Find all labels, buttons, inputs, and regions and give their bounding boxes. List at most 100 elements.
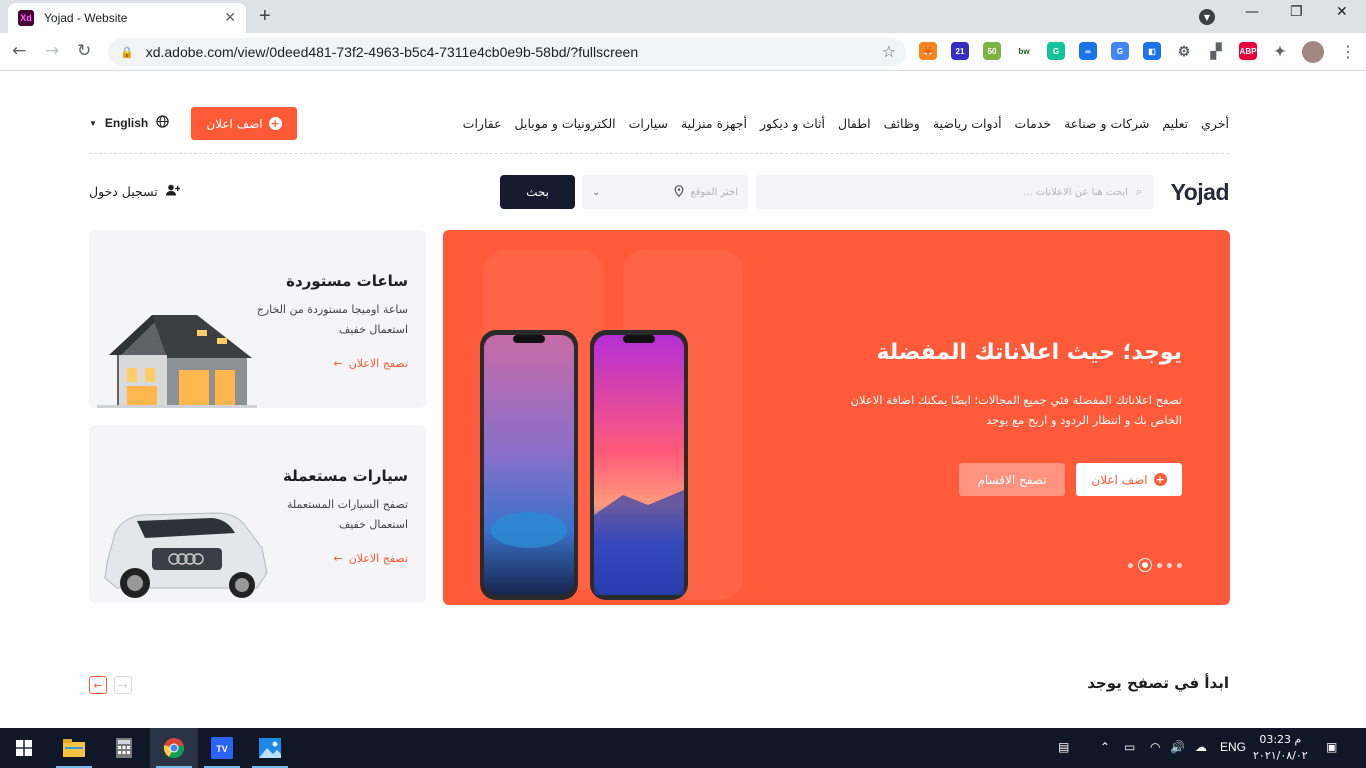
hero-title: يوجد؛ حيث اعلاناتك المفضلة bbox=[876, 340, 1182, 365]
windows-start-icon[interactable] bbox=[0, 728, 48, 768]
browse-ad-label: تصفح الاعلان bbox=[348, 552, 408, 565]
language-label: English bbox=[104, 116, 149, 130]
nav-link[interactable]: خدمات bbox=[1015, 116, 1052, 131]
bookmark-star-icon[interactable]: ☆ bbox=[882, 42, 896, 61]
carousel-prev-button[interactable]: ← bbox=[89, 676, 107, 694]
slider-dots bbox=[1128, 558, 1182, 572]
add-user-icon bbox=[165, 184, 180, 199]
promo-card-cars[interactable]: سيارات مستعملة تصفح السيارات المستعملة ا… bbox=[89, 425, 426, 603]
house-image bbox=[97, 315, 257, 408]
promo-card-watches[interactable]: ساعات مستوردة ساعة اوميجا مستوردة من الخ… bbox=[89, 230, 426, 408]
reload-icon[interactable]: ↻ bbox=[77, 41, 91, 61]
nav-link[interactable]: أجهزة منزلية bbox=[681, 116, 747, 131]
login-link[interactable]: تسجيل دخول bbox=[89, 184, 180, 199]
clock-date: ٢٠٢١/٠٨/٠٢ bbox=[1253, 749, 1308, 762]
search-row: Yojad ابحث هنا عن الاعلانات ... ⌕ ⌄ اختر… bbox=[89, 175, 1230, 209]
search-icon: ⌕ bbox=[1135, 185, 1142, 198]
nav-link[interactable]: عقارات bbox=[463, 116, 502, 131]
menu-dots-icon[interactable]: ⋮ bbox=[1340, 42, 1356, 61]
search-input[interactable]: ابحث هنا عن الاعلانات ... ⌕ bbox=[756, 175, 1154, 209]
language-indicator[interactable]: ENG bbox=[1220, 740, 1246, 754]
puzzle-icon[interactable]: ✦ bbox=[1271, 42, 1289, 60]
extension-50-icon[interactable]: 50 bbox=[983, 42, 1001, 60]
photos-icon[interactable] bbox=[246, 728, 294, 768]
lock-icon: 🔒 bbox=[120, 45, 134, 59]
loop-icon[interactable]: ∞ bbox=[1079, 42, 1097, 60]
nav-link[interactable]: الكترونيات و موبايل bbox=[515, 116, 616, 131]
tray-chevron-up-icon[interactable]: ⌃ bbox=[1100, 740, 1110, 754]
new-tab-icon[interactable]: + bbox=[259, 5, 271, 28]
url-text: xd.adobe.com/view/0deed481-73f2-4963-b5c… bbox=[145, 44, 639, 60]
globe-icon bbox=[156, 115, 169, 131]
bw-icon[interactable]: bw bbox=[1015, 42, 1033, 60]
window-close-icon[interactable]: ✕ bbox=[1336, 4, 1348, 20]
browse-ad-label: تصفح الاعلان bbox=[348, 357, 408, 370]
nav-link[interactable]: اطفال bbox=[838, 116, 871, 131]
bookmark-ext-icon[interactable]: ▞ bbox=[1207, 42, 1225, 60]
back-icon[interactable]: ← bbox=[12, 41, 26, 61]
slider-dot[interactable] bbox=[1167, 562, 1172, 568]
nav-link[interactable]: شركات و صناعة bbox=[1064, 116, 1149, 131]
address-bar[interactable]: 🔒 xd.adobe.com/view/0deed481-73f2-4963-b… bbox=[108, 38, 906, 66]
translate-icon[interactable]: G bbox=[1111, 42, 1129, 60]
chevron-down-icon: ⌄ bbox=[592, 186, 601, 198]
login-label: تسجيل دخول bbox=[89, 184, 158, 199]
slider-dot[interactable] bbox=[1177, 562, 1182, 568]
profile-avatar[interactable] bbox=[1302, 41, 1324, 63]
browse-categories-button[interactable]: تصفح الاقسام bbox=[959, 463, 1065, 496]
forward-icon[interactable]: → bbox=[45, 41, 59, 61]
settings-ext-icon[interactable]: ⚙ bbox=[1175, 42, 1193, 60]
hero-banner: يوجد؛ حيث اعلاناتك المفضلة تصفح اعلاناتك… bbox=[443, 230, 1230, 605]
post-ad-button[interactable]: + اضف اعلان bbox=[191, 107, 297, 140]
notification-display-icon[interactable]: ▤ bbox=[1058, 740, 1069, 754]
system-clock[interactable]: م 03:23 ٢٠٢١/٠٨/٠٢ bbox=[1253, 732, 1308, 764]
yojad-logo[interactable]: Yojad bbox=[1171, 179, 1230, 206]
browse-ad-link[interactable]: تصفح الاعلان ← bbox=[333, 552, 408, 565]
tab-title: Yojad - Website bbox=[44, 11, 128, 25]
browser-tab[interactable]: Xd Yojad - Website ✕ bbox=[8, 3, 246, 33]
nav-link[interactable]: سيارات bbox=[629, 116, 668, 131]
clock-time: م 03:23 bbox=[1259, 733, 1302, 746]
nav-link[interactable]: أخري bbox=[1201, 116, 1229, 131]
browser-toolbar: ← → ↻ 🔒 xd.adobe.com/view/0deed481-73f2-… bbox=[0, 33, 1366, 71]
hero-post-ad-button[interactable]: + اضف اعلان bbox=[1076, 463, 1182, 496]
card-title: سيارات مستعملة bbox=[283, 467, 408, 485]
metamask-icon[interactable]: 🦊 bbox=[919, 42, 937, 60]
category-nav: عقارات الكترونيات و موبايل سيارات أجهزة منز… bbox=[463, 116, 1229, 131]
nav-link[interactable]: تعليم bbox=[1162, 116, 1188, 131]
grammarly-icon[interactable]: G bbox=[1047, 42, 1065, 60]
hero-description: تصفح اعلاناتك المفضلة فئي جميع المجالات؛… bbox=[850, 393, 1182, 427]
notifications-icon[interactable]: ▣ bbox=[1326, 740, 1337, 754]
section-title: ابدأ في تصفح يوجد bbox=[1087, 674, 1229, 692]
wifi-icon[interactable]: ◠ bbox=[1150, 740, 1160, 754]
minimize-icon[interactable]: — bbox=[1245, 4, 1259, 20]
onedrive-icon[interactable]: ☁ bbox=[1195, 740, 1207, 754]
location-placeholder: اختر الموقع bbox=[690, 186, 738, 198]
location-pin-icon bbox=[674, 184, 684, 200]
close-tab-icon[interactable]: ✕ bbox=[224, 10, 236, 26]
file-explorer-icon[interactable] bbox=[50, 728, 98, 768]
carousel-next-button[interactable]: → bbox=[114, 676, 132, 694]
chrome-icon[interactable] bbox=[150, 728, 198, 768]
location-select[interactable]: ⌄ اختر الموقع bbox=[582, 175, 748, 209]
browse-ad-link[interactable]: تصفح الاعلان ← bbox=[333, 357, 408, 370]
slider-dot-active[interactable] bbox=[1138, 558, 1152, 572]
search-button[interactable]: بحث bbox=[500, 175, 575, 209]
adblock-icon[interactable]: ABP bbox=[1239, 42, 1257, 60]
language-selector[interactable]: ▼ English bbox=[89, 115, 169, 131]
slider-dot[interactable] bbox=[1157, 562, 1162, 568]
nav-link[interactable]: أدوات رياضية bbox=[933, 116, 1002, 131]
calculator-icon[interactable] bbox=[100, 728, 148, 768]
nav-link[interactable]: وظائف bbox=[884, 116, 920, 131]
windows-taskbar: TV ▤ ⌃ ▭ ◠ 🔊 ☁ ENG م 03:23 ٢٠٢١/٠٨/٠٢ ▣ bbox=[0, 728, 1366, 768]
slider-dot[interactable] bbox=[1128, 562, 1133, 568]
caret-down-icon: ▼ bbox=[89, 118, 97, 128]
extension-21-icon[interactable]: 21 bbox=[951, 42, 969, 60]
volume-icon[interactable]: 🔊 bbox=[1170, 740, 1185, 754]
restore-icon[interactable]: ❐ bbox=[1290, 4, 1303, 20]
extension-box-icon[interactable]: ◧ bbox=[1143, 42, 1161, 60]
tab-search-icon[interactable]: ▼ bbox=[1199, 9, 1215, 25]
nav-link[interactable]: أثاث و ديكور bbox=[760, 116, 825, 131]
battery-icon[interactable]: ▭ bbox=[1124, 740, 1135, 754]
tradingview-icon[interactable]: TV bbox=[198, 728, 246, 768]
